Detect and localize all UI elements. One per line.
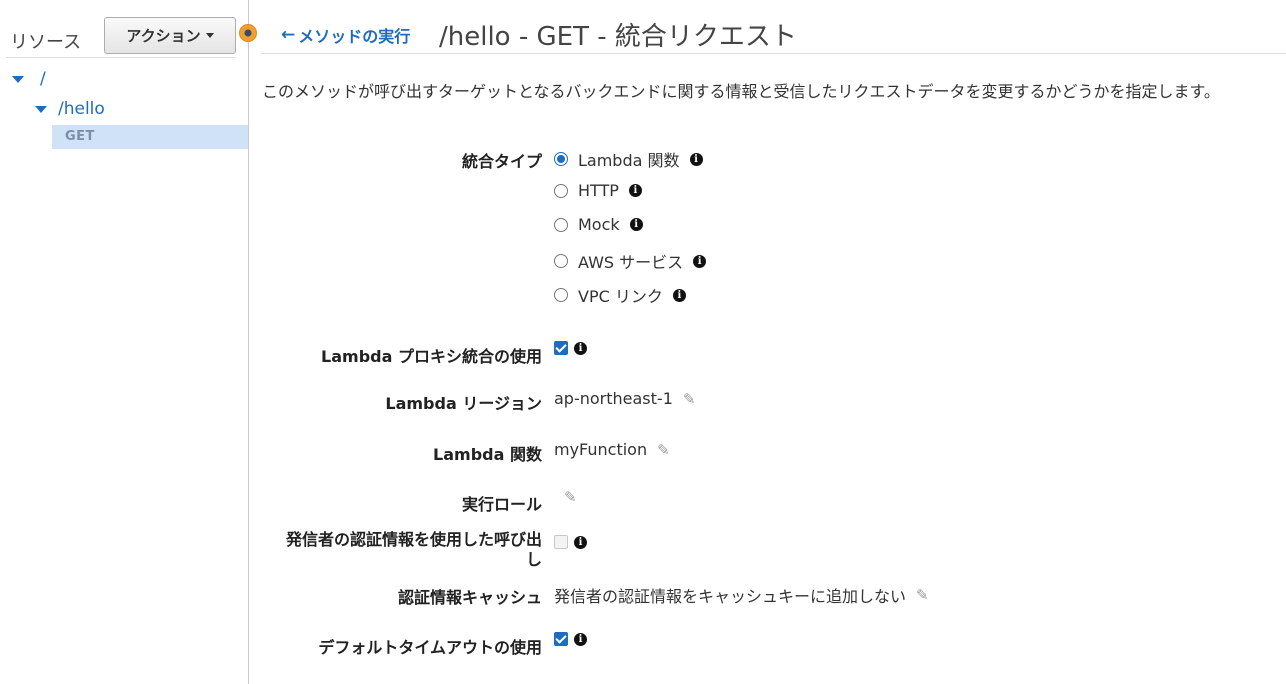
- pencil-edit-icon[interactable]: ✎: [657, 441, 670, 459]
- tree-item-hello[interactable]: /hello: [35, 99, 105, 119]
- info-icon[interactable]: i: [574, 632, 587, 646]
- info-icon[interactable]: i: [629, 218, 643, 231]
- radio-lambda-function-label: Lambda 関数: [578, 151, 680, 170]
- expand-triangle-icon[interactable]: [12, 75, 24, 83]
- page-description: このメソッドが呼び出すターゲットとなるバックエンドに関する情報と受信したリクエス…: [262, 82, 1220, 101]
- default-timeout-checkbox[interactable]: [554, 632, 568, 646]
- caret-down-icon: [205, 33, 214, 38]
- radio-mock[interactable]: Mock i: [554, 215, 643, 234]
- actions-button-label: アクション: [126, 27, 201, 45]
- info-icon[interactable]: i: [574, 535, 587, 549]
- pencil-edit-icon[interactable]: ✎: [564, 488, 577, 506]
- tree-item-get-label: GET: [65, 129, 95, 144]
- radio-http[interactable]: HTTP i: [554, 181, 642, 200]
- tree-item-get-method[interactable]: GET: [52, 125, 248, 149]
- info-icon[interactable]: i: [628, 184, 642, 197]
- lambda-function-value-row: myFunction ✎: [554, 440, 670, 459]
- radio-aws-service-label: AWS サービス: [578, 253, 684, 272]
- sidebar-divider: [6, 57, 236, 58]
- integration-type-label: 統合タイプ: [461, 152, 542, 171]
- sidebar-title: リソース: [10, 32, 82, 53]
- caller-credentials-label: 発信者の認証情報を使用した呼び出 し: [286, 530, 542, 570]
- caller-credentials-label-line1: 発信者の認証情報を使用した呼び出: [285, 530, 542, 549]
- default-timeout-control: i: [554, 632, 587, 646]
- page-title: /hello - GET - 統合リクエスト: [439, 22, 797, 52]
- radio-mock-label: Mock: [578, 215, 620, 234]
- caller-credentials-label-line2: し: [525, 550, 542, 569]
- radio-vpc-link[interactable]: VPC リンク i: [554, 283, 686, 307]
- credentials-cache-value-row: 発信者の認証情報をキャッシュキーに追加しない ✎: [554, 583, 929, 607]
- tree-item-root-label: /: [40, 69, 46, 89]
- lambda-proxy-label: Lambda プロキシ統合の使用: [321, 347, 542, 366]
- header-divider: [261, 53, 1286, 54]
- lambda-function-label: Lambda 関数: [433, 445, 542, 464]
- info-icon[interactable]: i: [689, 152, 703, 166]
- radio-button[interactable]: [554, 217, 568, 232]
- info-icon[interactable]: i: [693, 254, 707, 268]
- tree-item-hello-label: /hello: [58, 99, 105, 119]
- lambda-proxy-checkbox[interactable]: [554, 341, 568, 355]
- radio-lambda-function[interactable]: Lambda 関数 i: [554, 147, 703, 171]
- pencil-edit-icon[interactable]: ✎: [683, 390, 696, 408]
- arrow-left-icon: ←: [281, 25, 296, 45]
- default-timeout-label: デフォルトタイムアウトの使用: [318, 638, 542, 657]
- radio-vpc-link-label: VPC リンク: [578, 287, 663, 306]
- lambda-region-value-row: ap-northeast-1 ✎: [554, 389, 695, 408]
- lambda-proxy-control: i: [554, 341, 587, 355]
- lambda-function-value: myFunction: [554, 440, 648, 459]
- radio-button[interactable]: [554, 183, 568, 198]
- tree-item-root[interactable]: /: [12, 69, 46, 89]
- radio-http-label: HTTP: [578, 181, 619, 200]
- execution-role-label: 実行ロール: [461, 495, 542, 514]
- caller-credentials-control: i: [554, 535, 587, 549]
- lambda-region-label: Lambda リージョン: [385, 394, 542, 413]
- credentials-cache-value: 発信者の認証情報をキャッシュキーに追加しない: [554, 587, 907, 606]
- info-icon[interactable]: i: [574, 341, 587, 355]
- caller-credentials-checkbox: [554, 535, 568, 549]
- info-icon[interactable]: i: [672, 288, 686, 302]
- radio-aws-service[interactable]: AWS サービス i: [554, 249, 707, 273]
- radio-button-selected[interactable]: [554, 152, 568, 166]
- pencil-edit-icon[interactable]: ✎: [916, 586, 929, 604]
- back-link-label: メソッドの実行: [298, 27, 411, 46]
- lambda-region-value: ap-northeast-1: [554, 389, 673, 408]
- radio-button[interactable]: [554, 254, 568, 268]
- credentials-cache-label: 認証情報キャッシュ: [397, 588, 542, 607]
- resources-sidebar: リソース アクション / /hello GET: [0, 0, 249, 684]
- back-to-method-execution-link[interactable]: ← メソッドの実行: [281, 23, 410, 47]
- sidebar-resize-handle[interactable]: [239, 24, 257, 42]
- radio-button[interactable]: [554, 288, 568, 302]
- sidebar-header: リソース アクション: [0, 8, 249, 58]
- expand-triangle-icon[interactable]: [35, 105, 47, 113]
- actions-button[interactable]: アクション: [104, 17, 236, 54]
- execution-role-value-row: ✎: [554, 488, 577, 506]
